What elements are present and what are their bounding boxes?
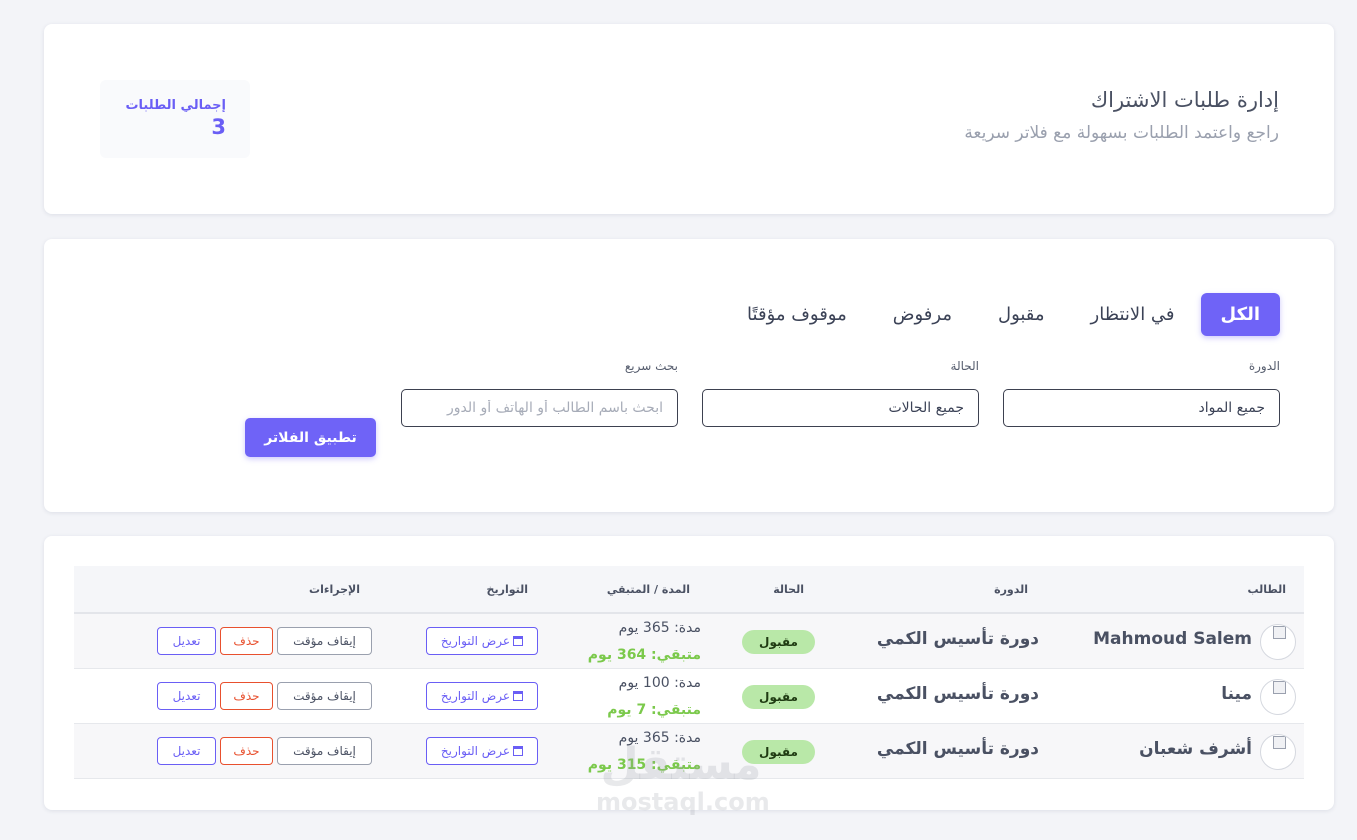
tab-all[interactable]: الكل xyxy=(1200,293,1280,336)
edit-button[interactable]: تعديل xyxy=(157,737,216,765)
pause-button[interactable]: إيقاف مؤقت xyxy=(277,627,372,655)
view-dates-button[interactable]: عرض التواريخ xyxy=(426,737,538,765)
remaining-text: متبقي: 7 يوم xyxy=(607,702,701,718)
table-card: الطالب الدورة الحالة المدة / المتبقي الت… xyxy=(44,536,1334,810)
remaining-text: متبقي: 364 يوم xyxy=(587,647,701,663)
search-label: بحث سريع xyxy=(624,359,678,373)
table-row: Mahmoud Salem دورة تأسيس الكمي مقبول مدة… xyxy=(74,614,1304,669)
requests-table: الطالب الدورة الحالة المدة / المتبقي الت… xyxy=(74,566,1304,779)
status-tabs: الكل في الانتظار مقبول مرفوض موقوف مؤقتً… xyxy=(727,293,1280,336)
student-name: أشرف شعبان xyxy=(1139,739,1252,759)
apply-filters-button[interactable]: تطبيق الفلاتر xyxy=(245,418,376,457)
student-name: مينا xyxy=(1221,684,1252,704)
th-student: الطالب xyxy=(1247,583,1286,596)
table-row: مينا دورة تأسيس الكمي مقبول مدة: 100 يوم… xyxy=(74,669,1304,724)
tab-paused[interactable]: موقوف مؤقتًا xyxy=(727,293,867,336)
duration-text: مدة: 365 يوم xyxy=(618,620,701,636)
avatar xyxy=(1260,679,1296,715)
course-name: دورة تأسيس الكمي xyxy=(876,629,1039,649)
header-card: إدارة طلبات الاشتراك راجع واعتمد الطلبات… xyxy=(44,24,1334,214)
status-badge: مقبول xyxy=(742,630,815,654)
view-dates-label: عرض التواريخ xyxy=(440,634,511,648)
view-dates-button[interactable]: عرض التواريخ xyxy=(426,682,538,710)
avatar xyxy=(1260,624,1296,660)
view-dates-label: عرض التواريخ xyxy=(440,689,511,703)
pause-button[interactable]: إيقاف مؤقت xyxy=(277,737,372,765)
th-actions: الإجراءات xyxy=(309,583,360,596)
course-name: دورة تأسيس الكمي xyxy=(876,739,1039,759)
total-requests-value: 3 xyxy=(211,115,226,139)
student-name: Mahmoud Salem xyxy=(1093,629,1252,649)
page-title: إدارة طلبات الاشتراك xyxy=(1090,88,1279,112)
avatar xyxy=(1260,734,1296,770)
course-filter-select[interactable]: جميع المواد xyxy=(1003,389,1280,427)
th-status: الحالة xyxy=(773,583,804,596)
table-row: أشرف شعبان دورة تأسيس الكمي مقبول مدة: 3… xyxy=(74,724,1304,779)
status-badge: مقبول xyxy=(742,740,815,764)
search-input[interactable] xyxy=(401,389,678,427)
calendar-icon xyxy=(513,636,524,646)
th-duration: المدة / المتبقي xyxy=(606,583,690,596)
tab-accepted[interactable]: مقبول xyxy=(978,293,1065,336)
duration-text: مدة: 365 يوم xyxy=(618,730,701,746)
th-dates: التواريخ xyxy=(486,583,528,596)
status-filter-label: الحالة xyxy=(950,359,979,373)
filter-card: الكل في الانتظار مقبول مرفوض موقوف مؤقتً… xyxy=(44,239,1334,512)
delete-button[interactable]: حذف xyxy=(220,737,273,765)
remaining-text: متبقي: 315 يوم xyxy=(587,757,701,773)
calendar-icon xyxy=(513,691,524,701)
status-badge: مقبول xyxy=(742,685,815,709)
status-filter-select[interactable]: جميع الحالات xyxy=(702,389,979,427)
pause-button[interactable]: إيقاف مؤقت xyxy=(277,682,372,710)
table-header: الطالب الدورة الحالة المدة / المتبقي الت… xyxy=(74,566,1304,614)
th-course: الدورة xyxy=(994,583,1028,596)
delete-button[interactable]: حذف xyxy=(220,682,273,710)
calendar-icon xyxy=(513,746,524,756)
edit-button[interactable]: تعديل xyxy=(157,682,216,710)
tab-rejected[interactable]: مرفوض xyxy=(873,293,972,336)
page-subtitle: راجع واعتمد الطلبات بسهولة مع فلاتر سريع… xyxy=(964,123,1279,143)
view-dates-label: عرض التواريخ xyxy=(440,744,511,758)
total-requests-box: إجمالي الطلبات 3 xyxy=(100,80,250,158)
view-dates-button[interactable]: عرض التواريخ xyxy=(426,627,538,655)
course-name: دورة تأسيس الكمي xyxy=(876,684,1039,704)
course-filter-label: الدورة xyxy=(1248,359,1280,373)
duration-text: مدة: 100 يوم xyxy=(618,675,701,691)
delete-button[interactable]: حذف xyxy=(220,627,273,655)
total-requests-label: إجمالي الطلبات xyxy=(125,98,226,113)
edit-button[interactable]: تعديل xyxy=(157,627,216,655)
tab-pending[interactable]: في الانتظار xyxy=(1071,293,1195,336)
